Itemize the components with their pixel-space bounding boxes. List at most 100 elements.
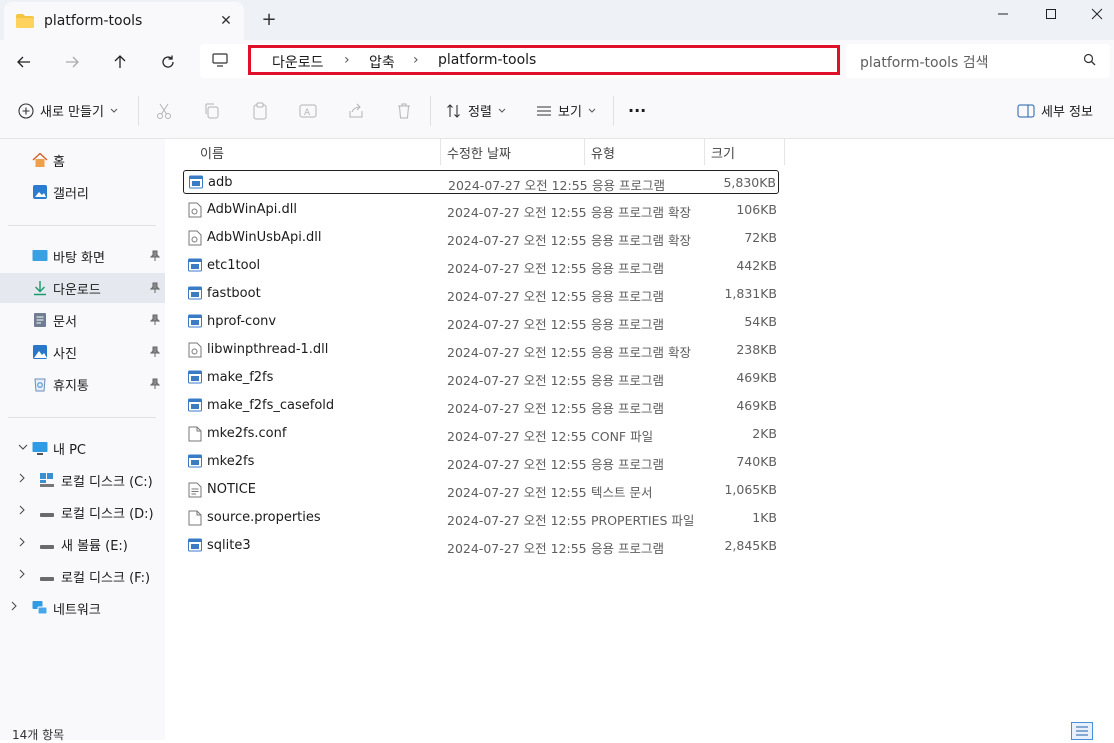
chevron-right-icon[interactable] xyxy=(18,473,26,486)
column-header-date[interactable]: 수정한 날짜 xyxy=(447,143,511,162)
column-header-name[interactable]: 이름 xyxy=(200,143,224,162)
breadcrumb-downloads[interactable]: 다운로드 xyxy=(272,52,324,72)
column-header-type[interactable]: 유형 xyxy=(591,143,615,162)
file-date: 2024-07-27 오전 12:55 xyxy=(447,261,587,276)
nav-home-label: 홈 xyxy=(53,154,65,170)
file-row[interactable]: make_f2fs_casefold 2024-07-27 오전 12:55 응용 … xyxy=(183,394,779,418)
file-date: 2024-07-27 오전 12:55 xyxy=(447,289,587,304)
arrow-left-icon xyxy=(17,56,30,68)
app-icon xyxy=(188,258,202,276)
chevron-right-icon[interactable] xyxy=(10,601,18,614)
share-icon[interactable] xyxy=(345,100,367,122)
nav-recycle-bin[interactable]: 휴지통 xyxy=(0,369,165,399)
file-row[interactable]: AdbWinApi.dll 2024-07-27 오전 12:55 응용 프로그램 … xyxy=(183,198,779,222)
file-row[interactable]: adb 2024-07-27 오전 12:55 응용 프로그램 5,830KB xyxy=(183,170,779,194)
column-header-size[interactable]: 크기 xyxy=(711,143,735,162)
breadcrumb-separator[interactable]: › xyxy=(344,52,350,68)
file-row[interactable]: make_f2fs 2024-07-27 오전 12:55 응용 프로그램 469KB xyxy=(183,366,779,390)
delete-icon[interactable] xyxy=(393,100,415,122)
view-label: 보기 xyxy=(558,105,582,120)
file-row[interactable]: sqlite3 2024-07-27 오전 12:55 응용 프로그램 2,845KB xyxy=(183,534,779,558)
nav-drive-f-label: 로컬 디스크 (F:) xyxy=(61,570,151,586)
nav-home[interactable]: 홈 xyxy=(0,145,165,175)
toolbar-divider xyxy=(430,96,431,126)
cut-icon[interactable] xyxy=(153,100,175,122)
breadcrumb-compressed[interactable]: 압축 xyxy=(369,52,395,72)
file-type: 응용 프로그램 xyxy=(591,317,664,332)
file-row[interactable]: libwinpthread-1.dll 2024-07-27 오전 12:55 응용… xyxy=(183,338,779,362)
file-size: 469KB xyxy=(736,370,777,385)
column-divider[interactable] xyxy=(440,139,441,165)
forward-button[interactable] xyxy=(60,50,84,74)
file-row[interactable]: etc1tool 2024-07-27 오전 12:55 응용 프로그램 442KB xyxy=(183,254,779,278)
chevron-down-icon xyxy=(110,108,118,113)
file-name: make_f2fs_casefold xyxy=(207,398,335,413)
sort-button[interactable]: 정렬 xyxy=(446,101,506,120)
file-row[interactable]: AdbWinUsbApi.dll 2024-07-27 오전 12:55 응용 프로… xyxy=(183,226,779,250)
column-divider[interactable] xyxy=(584,139,585,165)
document-icon xyxy=(32,312,48,328)
rename-icon[interactable]: A xyxy=(297,100,319,122)
new-tab-button[interactable]: + xyxy=(258,9,280,31)
file-type: PROPERTIES 파일 xyxy=(591,513,695,528)
nav-pictures[interactable]: 사진 xyxy=(0,337,165,367)
pin-icon[interactable] xyxy=(149,378,161,394)
tab-platform-tools[interactable]: platform-tools ✕ xyxy=(4,2,244,40)
nav-drive-f[interactable]: 로컬 디스크 (F:) xyxy=(0,561,165,591)
breadcrumb-separator[interactable]: › xyxy=(413,52,419,68)
chevron-right-icon[interactable] xyxy=(18,569,26,582)
back-button[interactable] xyxy=(12,50,36,74)
column-divider[interactable] xyxy=(784,139,785,165)
pin-icon[interactable] xyxy=(149,282,161,298)
minimize-button[interactable] xyxy=(980,0,1026,28)
column-divider[interactable] xyxy=(704,139,705,165)
file-name: libwinpthread-1.dll xyxy=(207,342,329,357)
new-button[interactable]: 새로 만들기 xyxy=(18,101,118,120)
file-row[interactable]: mke2fs.conf 2024-07-27 오전 12:55 CONF 파일 2KB xyxy=(183,422,779,446)
file-size: 740KB xyxy=(736,454,777,469)
file-row[interactable]: fastboot 2024-07-27 오전 12:55 응용 프로그램 1,831K… xyxy=(183,282,779,306)
file-row[interactable]: hprof-conv 2024-07-27 오전 12:55 응용 프로그램 54KB xyxy=(183,310,779,334)
file-row[interactable]: mke2fs 2024-07-27 오전 12:55 응용 프로그램 740KB xyxy=(183,450,779,474)
chevron-right-icon[interactable] xyxy=(18,537,26,550)
nav-desktop[interactable]: 바탕 화면 xyxy=(0,241,165,271)
details-view-icon[interactable] xyxy=(1071,722,1093,740)
close-tab-icon[interactable]: ✕ xyxy=(216,11,236,31)
paste-icon[interactable] xyxy=(249,100,271,122)
file-name: mke2fs.conf xyxy=(207,426,287,441)
details-pane-button[interactable]: 세부 정보 xyxy=(1017,101,1093,120)
pin-icon[interactable] xyxy=(149,346,161,362)
nav-gallery[interactable]: 갤러리 xyxy=(0,177,165,207)
file-date: 2024-07-27 오전 12:55 xyxy=(447,457,587,472)
nav-downloads[interactable]: 다운로드 xyxy=(0,273,165,303)
nav-documents[interactable]: 문서 xyxy=(0,305,165,335)
nav-drive-d[interactable]: 로컬 디스크 (D:) xyxy=(0,497,165,527)
nav-this-pc[interactable]: 내 PC xyxy=(0,433,165,463)
more-options-button[interactable]: ··· xyxy=(628,101,646,120)
breadcrumb-platform-tools[interactable]: platform-tools xyxy=(438,52,536,68)
pin-icon[interactable] xyxy=(149,314,161,330)
maximize-button[interactable] xyxy=(1028,0,1074,28)
details-pane-icon xyxy=(1017,104,1035,117)
copy-icon[interactable] xyxy=(201,100,223,122)
file-type: 응용 프로그램 xyxy=(592,178,665,193)
nav-network[interactable]: 네트워크 xyxy=(0,593,165,623)
app-icon xyxy=(188,398,202,416)
search-icon[interactable] xyxy=(1083,53,1097,71)
pin-icon[interactable] xyxy=(149,250,161,266)
chevron-down-icon[interactable] xyxy=(18,441,28,454)
file-size: 54KB xyxy=(744,314,777,329)
chevron-right-icon[interactable] xyxy=(18,505,26,518)
file-date: 2024-07-27 오전 12:55 xyxy=(447,429,587,444)
view-button[interactable]: 보기 xyxy=(536,101,596,120)
file-row[interactable]: NOTICE 2024-07-27 오전 12:55 텍스트 문서 1,065KB xyxy=(183,478,779,502)
file-date: 2024-07-27 오전 12:55 xyxy=(447,541,587,556)
up-button[interactable] xyxy=(108,50,132,74)
close-window-button[interactable] xyxy=(1074,0,1114,28)
refresh-button[interactable] xyxy=(156,50,180,74)
tab-title: platform-tools xyxy=(44,13,143,29)
file-row[interactable]: source.properties 2024-07-27 오전 12:55 PROP… xyxy=(183,506,779,530)
nav-drive-c[interactable]: 로컬 디스크 (C:) xyxy=(0,465,165,495)
nav-drive-e[interactable]: 새 볼륨 (E:) xyxy=(0,529,165,559)
file-size: 72KB xyxy=(744,230,777,245)
